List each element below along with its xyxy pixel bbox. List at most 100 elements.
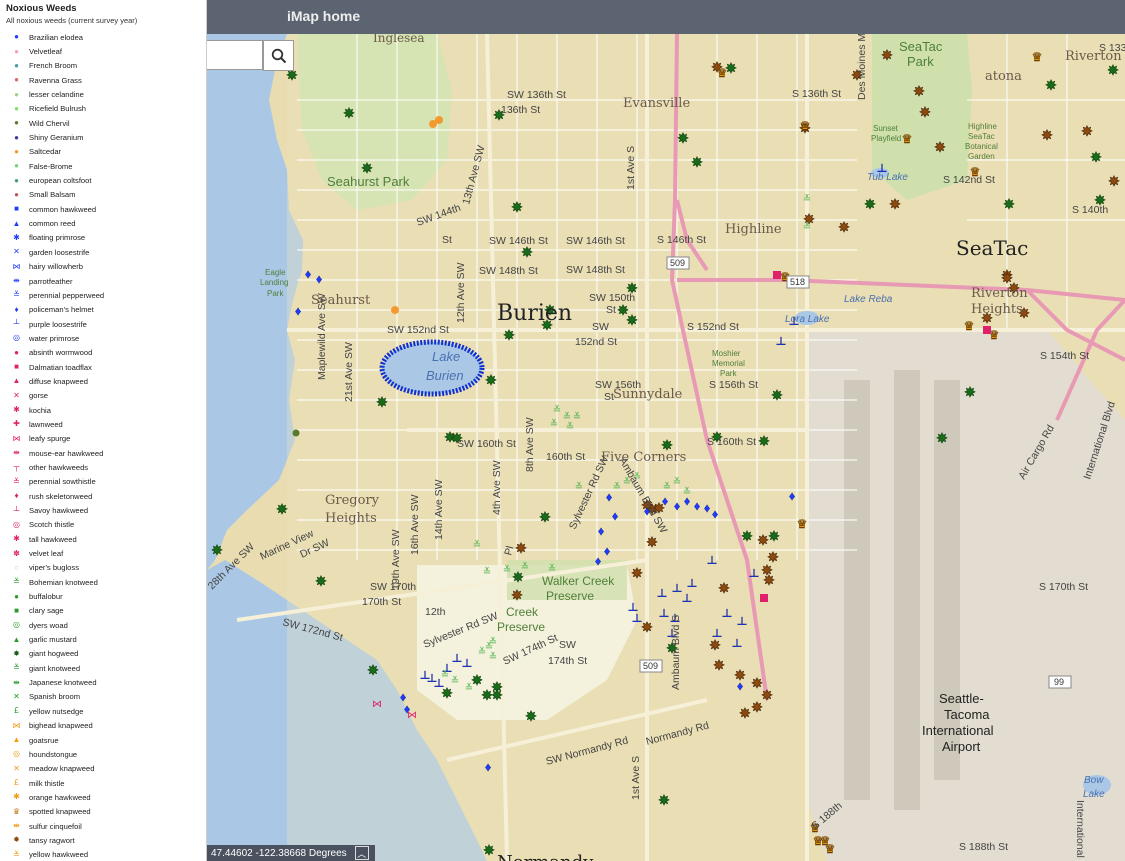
knotweed-marker[interactable]: ≚ — [473, 539, 481, 551]
giant-hogweed-marker[interactable]: ✸ — [1045, 77, 1058, 94]
giant-hogweed-marker[interactable]: ✸ — [758, 433, 771, 450]
map-canvas[interactable]: ✸ ✸ ✸ ✸ ✸ ✸ ✸ ✸ ✸ ✸ ✸ ✸ ✸ ✸ ✸ ✸ ✸ ✸ ✸ ✸ ✸ ✸ ✸ ✸ ✸ ✸ ✸ ✸ ✸ ✸ ✸ ✸ ✸ ✸ ✸ ✸ ✸ ✸ ✸ ✸… — [207, 0, 1125, 861]
leafy-spurge-marker[interactable]: ⋈ — [372, 699, 382, 710]
leafy-spurge-marker[interactable]: ⋈ — [407, 710, 417, 721]
knotweed-marker[interactable]: ≚ — [553, 404, 561, 416]
knotweed-marker[interactable]: ≚ — [575, 481, 583, 493]
purple-loosestrife-marker[interactable]: ┴ — [452, 654, 462, 668]
imap-home-link[interactable]: iMap home — [287, 8, 360, 24]
knotweed-marker[interactable]: ≚ — [663, 481, 671, 493]
giant-hogweed-marker[interactable]: ✸ — [485, 372, 498, 389]
tansy-ragwort-marker[interactable]: ✸ — [934, 139, 947, 156]
tansy-ragwort-marker[interactable]: ✸ — [1108, 173, 1121, 190]
giant-hogweed-marker[interactable]: ✸ — [691, 154, 704, 171]
giant-hogweed-marker[interactable]: ✸ — [491, 687, 504, 704]
purple-loosestrife-marker[interactable]: ┴ — [749, 569, 759, 583]
wild-chervil-marker[interactable] — [292, 429, 300, 437]
purple-loosestrife-marker[interactable]: ┴ — [722, 609, 732, 623]
policemans-helmet-marker[interactable]: ♦ — [662, 494, 669, 508]
spotted-knapweed-marker[interactable]: ♛ — [1031, 50, 1043, 65]
policemans-helmet-marker[interactable]: ♦ — [737, 679, 744, 693]
knotweed-marker[interactable]: ≚ — [465, 682, 473, 694]
tansy-ragwort-marker[interactable]: ✸ — [631, 565, 644, 582]
dalmatian-toadflax-marker[interactable] — [983, 326, 991, 334]
knotweed-marker[interactable]: ≚ — [673, 476, 681, 488]
tansy-ragwort-marker[interactable]: ✸ — [913, 83, 926, 100]
tansy-ragwort-marker[interactable]: ✸ — [739, 705, 752, 722]
purple-loosestrife-marker[interactable]: ┴ — [732, 639, 742, 653]
policemans-helmet-marker[interactable]: ♦ — [704, 501, 711, 515]
giant-hogweed-marker[interactable]: ✸ — [315, 573, 328, 590]
policemans-helmet-marker[interactable]: ♦ — [789, 489, 796, 503]
tansy-ragwort-marker[interactable]: ✸ — [641, 619, 654, 636]
giant-hogweed-marker[interactable]: ✸ — [864, 196, 877, 213]
purple-loosestrife-marker[interactable]: ┴ — [659, 609, 669, 623]
tansy-ragwort-marker[interactable]: ✸ — [881, 47, 894, 64]
tansy-ragwort-marker[interactable]: ✸ — [761, 687, 774, 704]
policemans-helmet-marker[interactable]: ♦ — [694, 499, 701, 513]
giant-hogweed-marker[interactable]: ✸ — [1003, 196, 1016, 213]
giant-hogweed-marker[interactable]: ✸ — [936, 430, 949, 447]
purple-loosestrife-marker[interactable]: ┴ — [707, 556, 717, 570]
purple-loosestrife-marker[interactable]: ┴ — [682, 594, 692, 608]
purple-loosestrife-marker[interactable]: ┴ — [462, 659, 472, 673]
purple-loosestrife-marker[interactable]: ┴ — [632, 614, 642, 628]
giant-hogweed-marker[interactable]: ✸ — [276, 501, 289, 518]
giant-hogweed-marker[interactable]: ✸ — [367, 662, 380, 679]
search-input[interactable] — [207, 40, 263, 70]
chevron-up-icon[interactable]: ︿ — [354, 846, 369, 860]
purple-loosestrife-marker[interactable]: ┴ — [712, 629, 722, 643]
spotted-knapweed-marker[interactable]: ♛ — [716, 66, 728, 81]
purple-loosestrife-marker[interactable]: ┴ — [657, 589, 667, 603]
giant-hogweed-marker[interactable]: ✸ — [343, 105, 356, 122]
giant-hogweed-marker[interactable]: ✸ — [677, 130, 690, 147]
spotted-knapweed-marker[interactable]: ♛ — [963, 319, 975, 334]
tansy-ragwort-marker[interactable]: ✸ — [713, 657, 726, 674]
knotweed-marker[interactable]: ≚ — [483, 566, 491, 578]
giant-hogweed-marker[interactable]: ✸ — [483, 842, 496, 859]
policemans-helmet-marker[interactable]: ♦ — [598, 524, 605, 538]
knotweed-marker[interactable]: ≚ — [803, 193, 811, 205]
spotted-knapweed-marker[interactable]: ♛ — [901, 132, 913, 147]
giant-hogweed-marker[interactable]: ✸ — [503, 327, 516, 344]
knotweed-marker[interactable]: ≚ — [683, 486, 691, 498]
spotted-knapweed-marker[interactable]: ♛ — [812, 834, 824, 849]
policemans-helmet-marker[interactable]: ♦ — [595, 554, 602, 568]
dalmatian-toadflax-marker[interactable] — [773, 271, 781, 279]
knotweed-marker[interactable]: ≚ — [550, 418, 558, 430]
giant-hogweed-marker[interactable]: ✸ — [511, 199, 524, 216]
knotweed-marker[interactable]: ≚ — [566, 421, 574, 433]
purple-loosestrife-marker[interactable]: ┴ — [672, 584, 682, 598]
tansy-ragwort-marker[interactable]: ✸ — [1001, 270, 1014, 287]
knotweed-marker[interactable]: ≚ — [503, 564, 511, 576]
giant-hogweed-marker[interactable]: ✸ — [768, 528, 781, 545]
knotweed-marker[interactable]: ≚ — [613, 481, 621, 493]
purple-loosestrife-marker[interactable]: ┴ — [776, 337, 786, 351]
policemans-helmet-marker[interactable]: ♦ — [316, 272, 323, 286]
spotted-knapweed-marker[interactable]: ♛ — [824, 842, 836, 857]
tansy-ragwort-marker[interactable]: ✸ — [718, 580, 731, 597]
tansy-ragwort-marker[interactable]: ✸ — [757, 532, 770, 549]
search-button[interactable] — [263, 40, 294, 71]
giant-hogweed-marker[interactable]: ✸ — [741, 528, 754, 545]
giant-hogweed-marker[interactable]: ✸ — [376, 394, 389, 411]
knotweed-marker[interactable]: ≚ — [451, 675, 459, 687]
tansy-ragwort-marker[interactable]: ✸ — [889, 196, 902, 213]
tansy-ragwort-marker[interactable]: ✸ — [1081, 123, 1094, 140]
giant-hogweed-marker[interactable]: ✸ — [626, 312, 639, 329]
policemans-helmet-marker[interactable]: ♦ — [612, 509, 619, 523]
giant-hogweed-marker[interactable]: ✸ — [525, 708, 538, 725]
saltcedar-marker[interactable] — [391, 306, 399, 314]
spotted-knapweed-marker[interactable]: ♛ — [796, 517, 808, 532]
giant-hogweed-marker[interactable]: ✸ — [211, 542, 224, 559]
tansy-ragwort-marker[interactable]: ✸ — [646, 534, 659, 551]
purple-loosestrife-marker[interactable]: ┴ — [737, 617, 747, 631]
tansy-ragwort-marker[interactable]: ✸ — [763, 572, 776, 589]
knotweed-marker[interactable]: ≚ — [441, 669, 449, 681]
giant-hogweed-marker[interactable]: ✸ — [1107, 62, 1120, 79]
tansy-ragwort-marker[interactable]: ✸ — [511, 587, 524, 604]
giant-hogweed-marker[interactable]: ✸ — [771, 387, 784, 404]
knotweed-marker[interactable]: ≚ — [489, 636, 497, 648]
dalmatian-toadflax-marker[interactable] — [760, 594, 768, 602]
policemans-helmet-marker[interactable]: ♦ — [606, 490, 613, 504]
